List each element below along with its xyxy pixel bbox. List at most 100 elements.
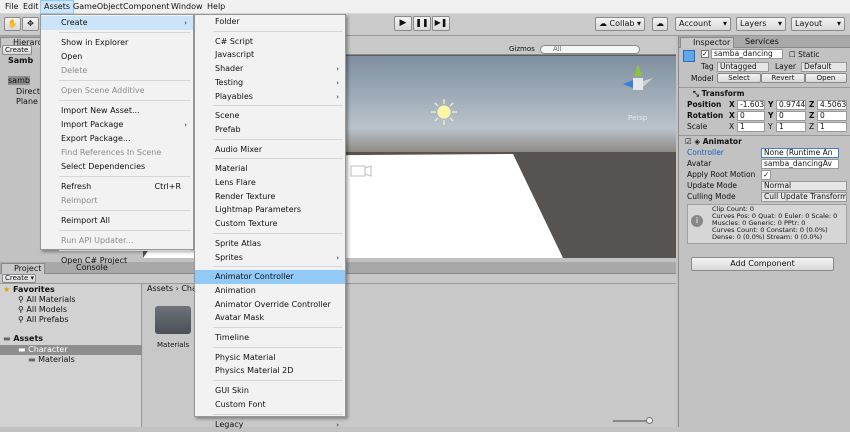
assets-menu-item[interactable]: Export Package... (41, 132, 193, 146)
add-component-button[interactable]: Add Component (691, 257, 834, 271)
tag-dropdown[interactable]: Untagged (717, 62, 769, 72)
sun-light-icon[interactable] (431, 99, 457, 125)
list-item[interactable]: samb (8, 76, 30, 85)
create-menu-item[interactable]: Javascript (195, 48, 345, 62)
create-menu-item[interactable]: Animator Override Controller (195, 298, 345, 312)
culling-mode-dropdown[interactable]: Cull Update Transforms (761, 192, 847, 202)
create-menu-item[interactable]: Prefab (195, 123, 345, 137)
menu-component[interactable]: Component (120, 0, 172, 14)
camera-icon[interactable] (350, 165, 372, 177)
create-menu-item[interactable]: Testing › (195, 76, 345, 90)
layers-dropdown[interactable]: Layers ▾ (736, 17, 786, 31)
assets-menu-item[interactable]: Import New Asset... (41, 104, 193, 118)
avatar-field[interactable]: samba_dancingAv (761, 159, 839, 169)
model-select-button[interactable]: Select (717, 73, 761, 83)
play-button[interactable]: ▶ (394, 16, 412, 31)
list-item[interactable]: ▬ Character (18, 345, 68, 354)
account-dropdown[interactable]: Account ▾ (675, 17, 731, 31)
pause-button[interactable]: ❚❚ (413, 16, 431, 31)
rotation-y-field[interactable]: 0 (776, 111, 806, 121)
assets-menu-item[interactable]: Run API Updater... (41, 234, 193, 248)
assets-menu-item[interactable]: Create › (41, 16, 193, 30)
scene-gizmo-icon[interactable] (623, 64, 653, 90)
apply-root-motion-checkbox[interactable]: ✓ (761, 170, 771, 180)
create-menu-item[interactable]: Physics Material 2D (195, 364, 345, 378)
create-menu-item[interactable]: Physic Material (195, 351, 345, 365)
rotation-z-field[interactable]: 0 (817, 111, 847, 121)
create-menu-item[interactable]: Playables › (195, 90, 345, 104)
create-menu-item[interactable]: Animator Controller (195, 270, 345, 285)
list-item[interactable]: ⚲ All Materials (18, 295, 76, 304)
create-menu-item[interactable]: Sprites › (195, 251, 345, 265)
menu-help[interactable]: Help (204, 0, 228, 14)
menu-assets[interactable]: Assets (40, 0, 75, 14)
transform-header[interactable]: ⤡ Transform (693, 88, 744, 99)
create-menu-item[interactable]: Scene (195, 109, 345, 123)
list-item[interactable]: Directi (16, 87, 42, 96)
position-y-field[interactable]: 0.9744 (776, 100, 806, 110)
create-menu-item[interactable]: Custom Font (195, 398, 345, 412)
assets-menu-item[interactable]: Import Package › (41, 118, 193, 132)
list-item[interactable]: ⚲ All Prefabs (18, 315, 69, 324)
assets-menu-item[interactable]: Reimport (41, 194, 193, 208)
scale-y-field[interactable]: 1 (776, 122, 806, 132)
collab-button[interactable]: ☁ Collab ▾ (595, 17, 645, 31)
tab-services[interactable]: Services (733, 37, 782, 48)
scale-x-field[interactable]: 1 (737, 122, 765, 132)
assets-menu-item[interactable]: Select Dependencies (41, 160, 193, 174)
create-menu-item[interactable]: Lens Flare (195, 176, 345, 190)
breadcrumb[interactable]: Assets › Cha (147, 284, 197, 293)
create-menu-item[interactable]: Custom Texture (195, 217, 345, 231)
static-toggle[interactable]: ☐ Static (789, 49, 820, 60)
tab-inspector[interactable]: Inspector (680, 37, 735, 48)
list-item[interactable]: ▬ Materials (28, 355, 75, 364)
position-z-field[interactable]: 4.5063 (817, 100, 847, 110)
controller-field[interactable]: None (Runtime An (761, 148, 839, 158)
assets-menu-item[interactable]: Open Scene Additive (41, 84, 193, 98)
create-menu-item[interactable]: Lightmap Parameters (195, 203, 345, 217)
project-create-button[interactable]: Create ▾ (2, 274, 36, 283)
assets-menu-item[interactable]: Open (41, 50, 193, 64)
position-x-field[interactable]: -1.603 (737, 100, 765, 110)
create-menu-item[interactable]: Sprite Atlas (195, 237, 345, 251)
update-mode-dropdown[interactable]: Normal (761, 181, 847, 191)
assets-menu-item[interactable]: Reimport All (41, 214, 193, 228)
create-menu-item[interactable]: Audio Mixer (195, 143, 345, 157)
animator-header[interactable]: ☑ ◈ Animator (685, 136, 742, 147)
menu-window[interactable]: Window (168, 0, 206, 14)
create-menu-item[interactable]: Timeline (195, 331, 345, 345)
menu-gameobject[interactable]: GameObject (70, 0, 126, 14)
create-menu-item[interactable]: GUI Skin (195, 384, 345, 398)
create-menu-item[interactable]: Render Texture (195, 190, 345, 204)
favorites-header[interactable]: ★ Favorites (3, 285, 55, 294)
model-revert-button[interactable]: Revert (761, 73, 805, 83)
assets-menu-item[interactable]: Open C# Project (41, 254, 193, 268)
step-button[interactable]: ▶❚ (432, 16, 450, 31)
layer-dropdown[interactable]: Default (801, 62, 847, 72)
assets-header[interactable]: ▬ Assets (3, 334, 43, 343)
zoom-slider-handle[interactable] (646, 417, 653, 424)
assets-menu-item[interactable]: Refresh Ctrl+R (41, 180, 193, 194)
layout-dropdown[interactable]: Layout ▾ (791, 17, 845, 31)
create-menu-item[interactable]: Animation (195, 284, 345, 298)
create-menu-item[interactable]: Shader › (195, 62, 345, 76)
create-menu-item[interactable]: Avatar Mask (195, 311, 345, 325)
create-menu-item[interactable]: Material (195, 162, 345, 176)
create-menu-item[interactable]: Folder (195, 15, 345, 29)
model-open-button[interactable]: Open (805, 73, 847, 83)
tab-project[interactable]: Project (1, 263, 46, 274)
hand-tool-icon[interactable]: ✋ (4, 17, 21, 31)
menu-edit[interactable]: Edit (20, 0, 42, 14)
list-item[interactable]: Plane (16, 97, 38, 106)
folder-icon[interactable] (155, 306, 191, 334)
list-item[interactable]: ⚲ All Models (18, 305, 67, 314)
create-menu-item[interactable]: Legacy › (195, 418, 345, 432)
hierarchy-create-button[interactable]: Create (2, 45, 32, 55)
object-name-field[interactable]: samba_dancing (711, 49, 783, 59)
move-tool-icon[interactable]: ✥ (22, 17, 39, 31)
scale-z-field[interactable]: 1 (817, 122, 847, 132)
assets-menu-item[interactable]: Find References In Scene (41, 146, 193, 160)
scene-root-item[interactable]: Samb (8, 56, 33, 65)
cloud-services-icon[interactable]: ☁ (652, 17, 668, 31)
create-menu-item[interactable]: C# Script (195, 35, 345, 49)
